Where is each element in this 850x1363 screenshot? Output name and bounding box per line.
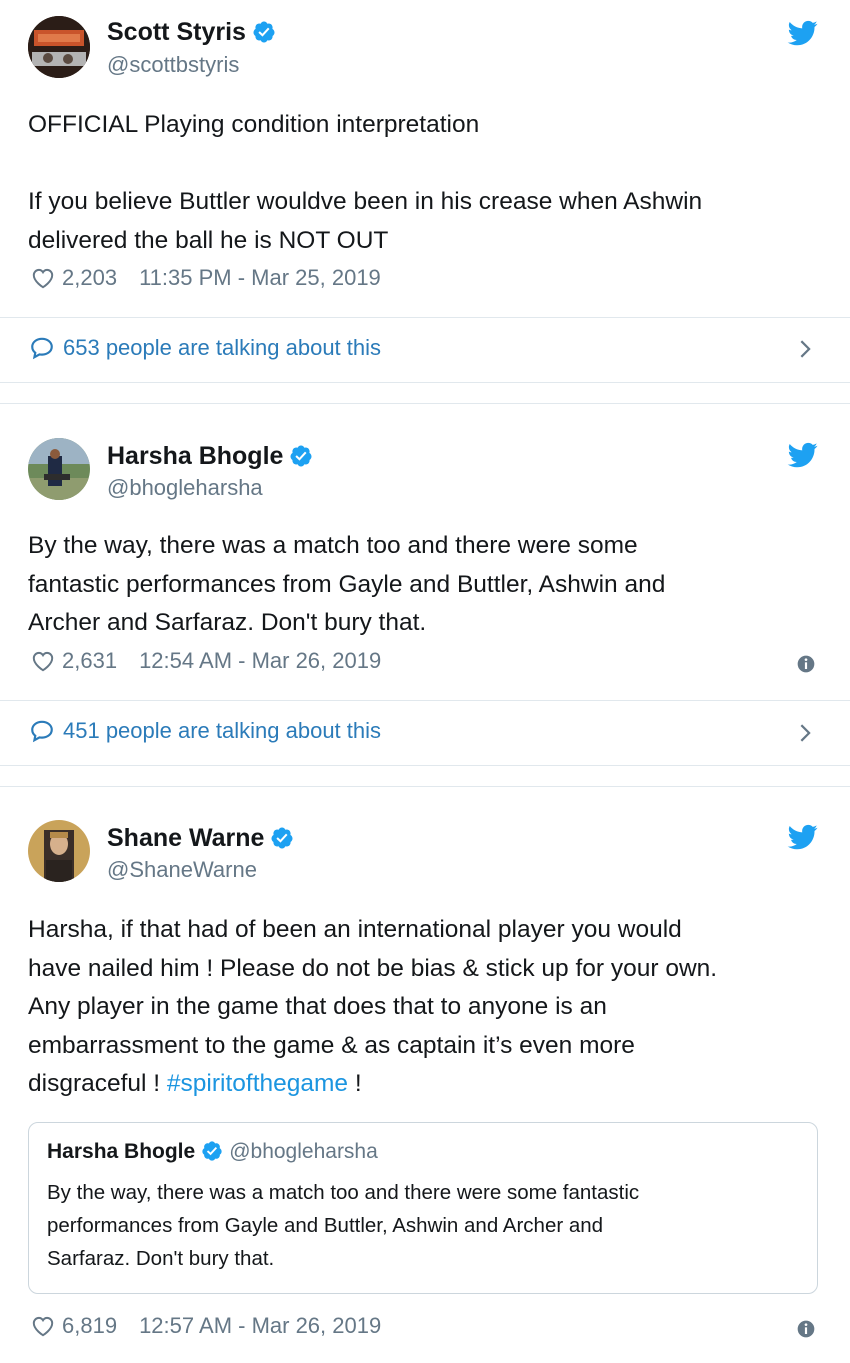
tweet-meta: 2,203 11:35 PM - Mar 25, 2019 (30, 265, 381, 291)
talking-link[interactable]: 653 people are talking about this (29, 335, 381, 361)
timestamp[interactable]: 12:54 AM - Mar 26, 2019 (139, 648, 381, 674)
avatar[interactable] (28, 820, 90, 882)
divider (0, 317, 850, 318)
quoted-tweet-header: Harsha Bhogle @bhogleharsha (47, 1140, 378, 1164)
like-count: 2,631 (62, 648, 118, 673)
author-handle[interactable]: @ShaneWarne (107, 857, 257, 883)
quoted-author-handle: @bhogleharsha (229, 1140, 378, 1163)
author-handle[interactable]: @bhogleharsha (107, 475, 263, 501)
hashtag-link[interactable]: #spiritofthegame (167, 1070, 348, 1097)
speech-bubble-icon (29, 335, 55, 361)
author-name[interactable]: Scott Styris (107, 18, 276, 47)
author-name[interactable]: Harsha Bhogle (107, 442, 313, 471)
timestamp[interactable]: 11:35 PM - Mar 25, 2019 (139, 265, 381, 291)
avatar-photo (28, 16, 90, 78)
speech-bubble-icon (29, 718, 55, 744)
chevron-right-icon[interactable] (794, 337, 816, 361)
quoted-tweet-card[interactable]: Harsha Bhogle @bhogleharsha By the way, t… (28, 1122, 818, 1294)
like-count: 2,203 (62, 265, 118, 290)
quoted-author-name: Harsha Bhogle (47, 1140, 196, 1163)
avatar-photo (28, 438, 90, 500)
author-name[interactable]: Shane Warne (107, 824, 294, 853)
heart-icon[interactable] (30, 1313, 56, 1339)
heart-icon[interactable] (30, 265, 56, 291)
verified-badge-icon (201, 1140, 223, 1162)
talking-link[interactable]: 451 people are talking about this (29, 718, 381, 744)
twitter-bird-icon[interactable] (786, 822, 820, 852)
verified-badge-icon (252, 20, 276, 44)
quoted-tweet-text: By the way, there was a match too and th… (47, 1181, 640, 1270)
avatar[interactable] (28, 16, 90, 78)
heart-icon[interactable] (30, 648, 56, 674)
verified-badge-icon (289, 444, 313, 468)
info-icon[interactable] (796, 654, 816, 674)
twitter-bird-icon[interactable] (786, 18, 820, 48)
tweet-meta: 6,819 12:57 AM - Mar 26, 2019 (30, 1313, 381, 1339)
tweet-text: OFFICIAL Playing condition interpretatio… (28, 111, 703, 254)
chevron-right-icon[interactable] (794, 721, 816, 745)
verified-badge-icon (270, 826, 294, 850)
info-icon[interactable] (796, 1319, 816, 1339)
tweet-meta: 2,631 12:54 AM - Mar 26, 2019 (30, 648, 381, 674)
timestamp[interactable]: 12:57 AM - Mar 26, 2019 (139, 1313, 381, 1339)
divider (0, 700, 850, 701)
avatar-photo (28, 820, 90, 882)
like-count: 6,819 (62, 1313, 118, 1338)
twitter-bird-icon[interactable] (786, 440, 820, 470)
tweet-text: By the way, there was a match too and th… (28, 532, 666, 636)
tweet-separator (0, 765, 850, 787)
tweet-text: Harsha, if that had of been an internati… (28, 916, 718, 1097)
avatar[interactable] (28, 438, 90, 500)
author-handle[interactable]: @scottbstyris (107, 52, 239, 78)
tweet-separator (0, 382, 850, 404)
